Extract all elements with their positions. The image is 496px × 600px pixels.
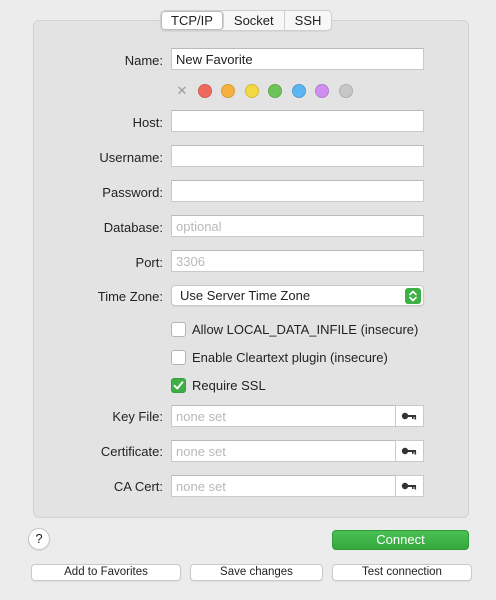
color-swatch-orange[interactable] bbox=[221, 84, 235, 98]
tab-socket[interactable]: Socket bbox=[224, 11, 284, 30]
color-swatch-green[interactable] bbox=[268, 84, 282, 98]
database-input[interactable] bbox=[171, 215, 424, 237]
certificate-label: Certificate: bbox=[100, 444, 163, 459]
timezone-select[interactable]: Use Server Time Zone bbox=[171, 285, 424, 306]
certificate-browse-button[interactable] bbox=[395, 440, 424, 462]
username-label: Username: bbox=[99, 150, 163, 165]
ca-cert-input[interactable] bbox=[171, 475, 396, 497]
database-label: Database: bbox=[103, 220, 163, 235]
save-changes-button[interactable]: Save changes bbox=[190, 564, 323, 581]
key-icon bbox=[401, 482, 417, 490]
color-swatch-blue[interactable] bbox=[291, 84, 306, 98]
tab-ssh[interactable]: SSH bbox=[283, 11, 332, 30]
test-connection-button[interactable]: Test connection bbox=[332, 564, 472, 581]
chevron-updown-icon bbox=[405, 288, 421, 304]
checkmark-icon bbox=[173, 381, 184, 390]
tab-tcp-ip[interactable]: TCP/IP bbox=[161, 11, 224, 30]
timezone-value: Use Server Time Zone bbox=[180, 288, 311, 303]
connect-button[interactable]: Connect bbox=[332, 530, 469, 550]
password-input[interactable] bbox=[171, 180, 424, 202]
key-icon bbox=[401, 412, 417, 420]
help-button[interactable]: ? bbox=[28, 528, 50, 550]
add-to-favorites-button[interactable]: Add to Favorites bbox=[31, 564, 181, 581]
color-swatch-yellow[interactable] bbox=[244, 84, 259, 98]
require-ssl-label: Require SSL bbox=[192, 378, 266, 393]
key-file-label: Key File: bbox=[112, 409, 163, 424]
timezone-label: Time Zone: bbox=[97, 289, 163, 304]
ca-cert-label: CA Cert: bbox=[113, 479, 163, 494]
enable-cleartext-label: Enable Cleartext plugin (insecure) bbox=[192, 350, 388, 365]
color-swatch-red[interactable] bbox=[197, 84, 212, 98]
connection-type-tabs: TCP/IP Socket SSH bbox=[160, 10, 333, 31]
key-icon bbox=[401, 447, 417, 455]
ca-cert-browse-button[interactable] bbox=[395, 475, 424, 497]
name-input[interactable] bbox=[171, 48, 424, 70]
enable-cleartext-checkbox[interactable] bbox=[171, 350, 186, 365]
allow-local-infile-checkbox[interactable] bbox=[171, 322, 186, 337]
color-tag-picker: ✕ bbox=[176, 84, 353, 98]
color-swatch-gray[interactable] bbox=[338, 84, 353, 98]
port-label: Port: bbox=[135, 255, 163, 270]
require-ssl-checkbox[interactable] bbox=[171, 378, 186, 393]
host-input[interactable] bbox=[171, 110, 424, 132]
name-label: Name: bbox=[124, 53, 163, 68]
key-file-input[interactable] bbox=[171, 405, 396, 427]
port-input[interactable] bbox=[171, 250, 424, 272]
clear-color-icon[interactable]: ✕ bbox=[176, 84, 188, 98]
password-label: Password: bbox=[102, 185, 163, 200]
certificate-input[interactable] bbox=[171, 440, 396, 462]
username-input[interactable] bbox=[171, 145, 424, 167]
key-file-browse-button[interactable] bbox=[395, 405, 424, 427]
allow-local-infile-label: Allow LOCAL_DATA_INFILE (insecure) bbox=[192, 322, 419, 337]
host-label: Host: bbox=[132, 115, 163, 130]
color-swatch-purple[interactable] bbox=[315, 84, 329, 98]
